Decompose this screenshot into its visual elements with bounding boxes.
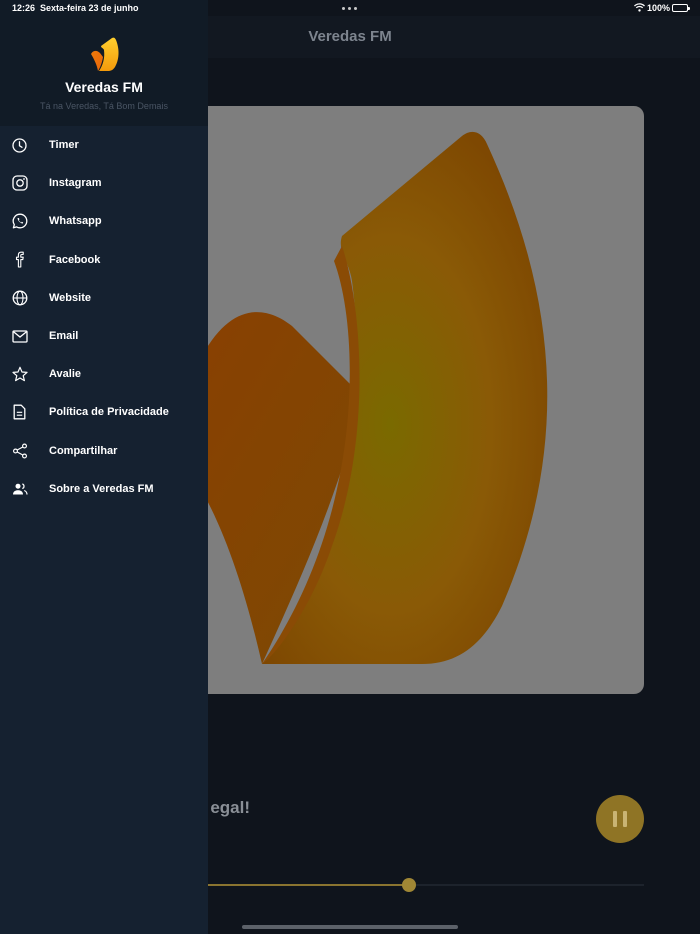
menu-item-label: Whatsapp — [49, 215, 102, 228]
veredas-logo-icon — [91, 37, 119, 71]
whatsapp-icon — [11, 213, 28, 230]
document-icon — [11, 404, 28, 421]
menu-item-instagram[interactable]: Instagram — [0, 164, 208, 202]
navigation-drawer: Veredas FM Tá na Veredas, Tá Bom Demais … — [0, 0, 208, 934]
menu-item-label: Website — [49, 291, 91, 304]
progress-thumb[interactable] — [401, 878, 416, 892]
menu-item-label: Política de Privacidade — [49, 406, 169, 419]
star-icon — [11, 366, 28, 383]
menu-item-label: Timer — [49, 139, 79, 152]
people-icon — [11, 480, 28, 497]
menu-item-facebook[interactable]: Facebook — [0, 241, 208, 279]
battery-percentage: 100% — [647, 3, 671, 13]
battery-icon — [672, 4, 690, 12]
clock-icon — [11, 137, 28, 154]
status-bar: 12:26 Sexta-feira 23 de junho 100% — [0, 0, 700, 16]
globe-icon — [11, 289, 28, 306]
home-indicator[interactable] — [242, 925, 458, 929]
mail-icon — [11, 328, 28, 345]
instagram-icon — [11, 175, 28, 192]
pause-icon-bar — [623, 811, 627, 827]
status-date: Sexta-feira 23 de junho — [40, 3, 139, 13]
menu-item-whatsapp[interactable]: Whatsapp — [0, 202, 208, 240]
menu-item-label: Facebook — [49, 253, 101, 266]
menu-item-label: Avalie — [49, 368, 82, 381]
wifi-icon — [634, 3, 645, 12]
drawer-brand-name: Veredas FM — [65, 79, 143, 95]
menu-item-label: Email — [49, 330, 79, 343]
menu-item-timer[interactable]: Timer — [0, 126, 208, 164]
menu-item-privacy-policy[interactable]: Política de Privacidade — [0, 393, 208, 431]
pause-button[interactable] — [596, 795, 644, 843]
menu-item-email[interactable]: Email — [0, 317, 208, 355]
menu-item-avalie[interactable]: Avalie — [0, 355, 208, 393]
menu-item-label: Instagram — [49, 177, 102, 190]
multitasking-dots-icon[interactable] — [342, 7, 358, 10]
facebook-icon — [11, 251, 28, 268]
menu-item-label: Compartilhar — [49, 444, 118, 457]
menu-item-share[interactable]: Compartilhar — [0, 432, 208, 470]
drawer-header: Veredas FM Tá na Veredas, Tá Bom Demais — [0, 0, 208, 126]
share-icon — [11, 442, 28, 459]
drawer-menu: Timer Instagram Whatsapp Facebook Websit… — [0, 126, 208, 508]
drawer-slogan: Tá na Veredas, Tá Bom Demais — [40, 101, 168, 111]
menu-item-website[interactable]: Website — [0, 279, 208, 317]
status-time: 12:26 — [12, 3, 36, 13]
menu-item-label: Sobre a Veredas FM — [49, 482, 154, 495]
menu-item-about[interactable]: Sobre a Veredas FM — [0, 470, 208, 508]
pause-icon — [613, 811, 617, 827]
